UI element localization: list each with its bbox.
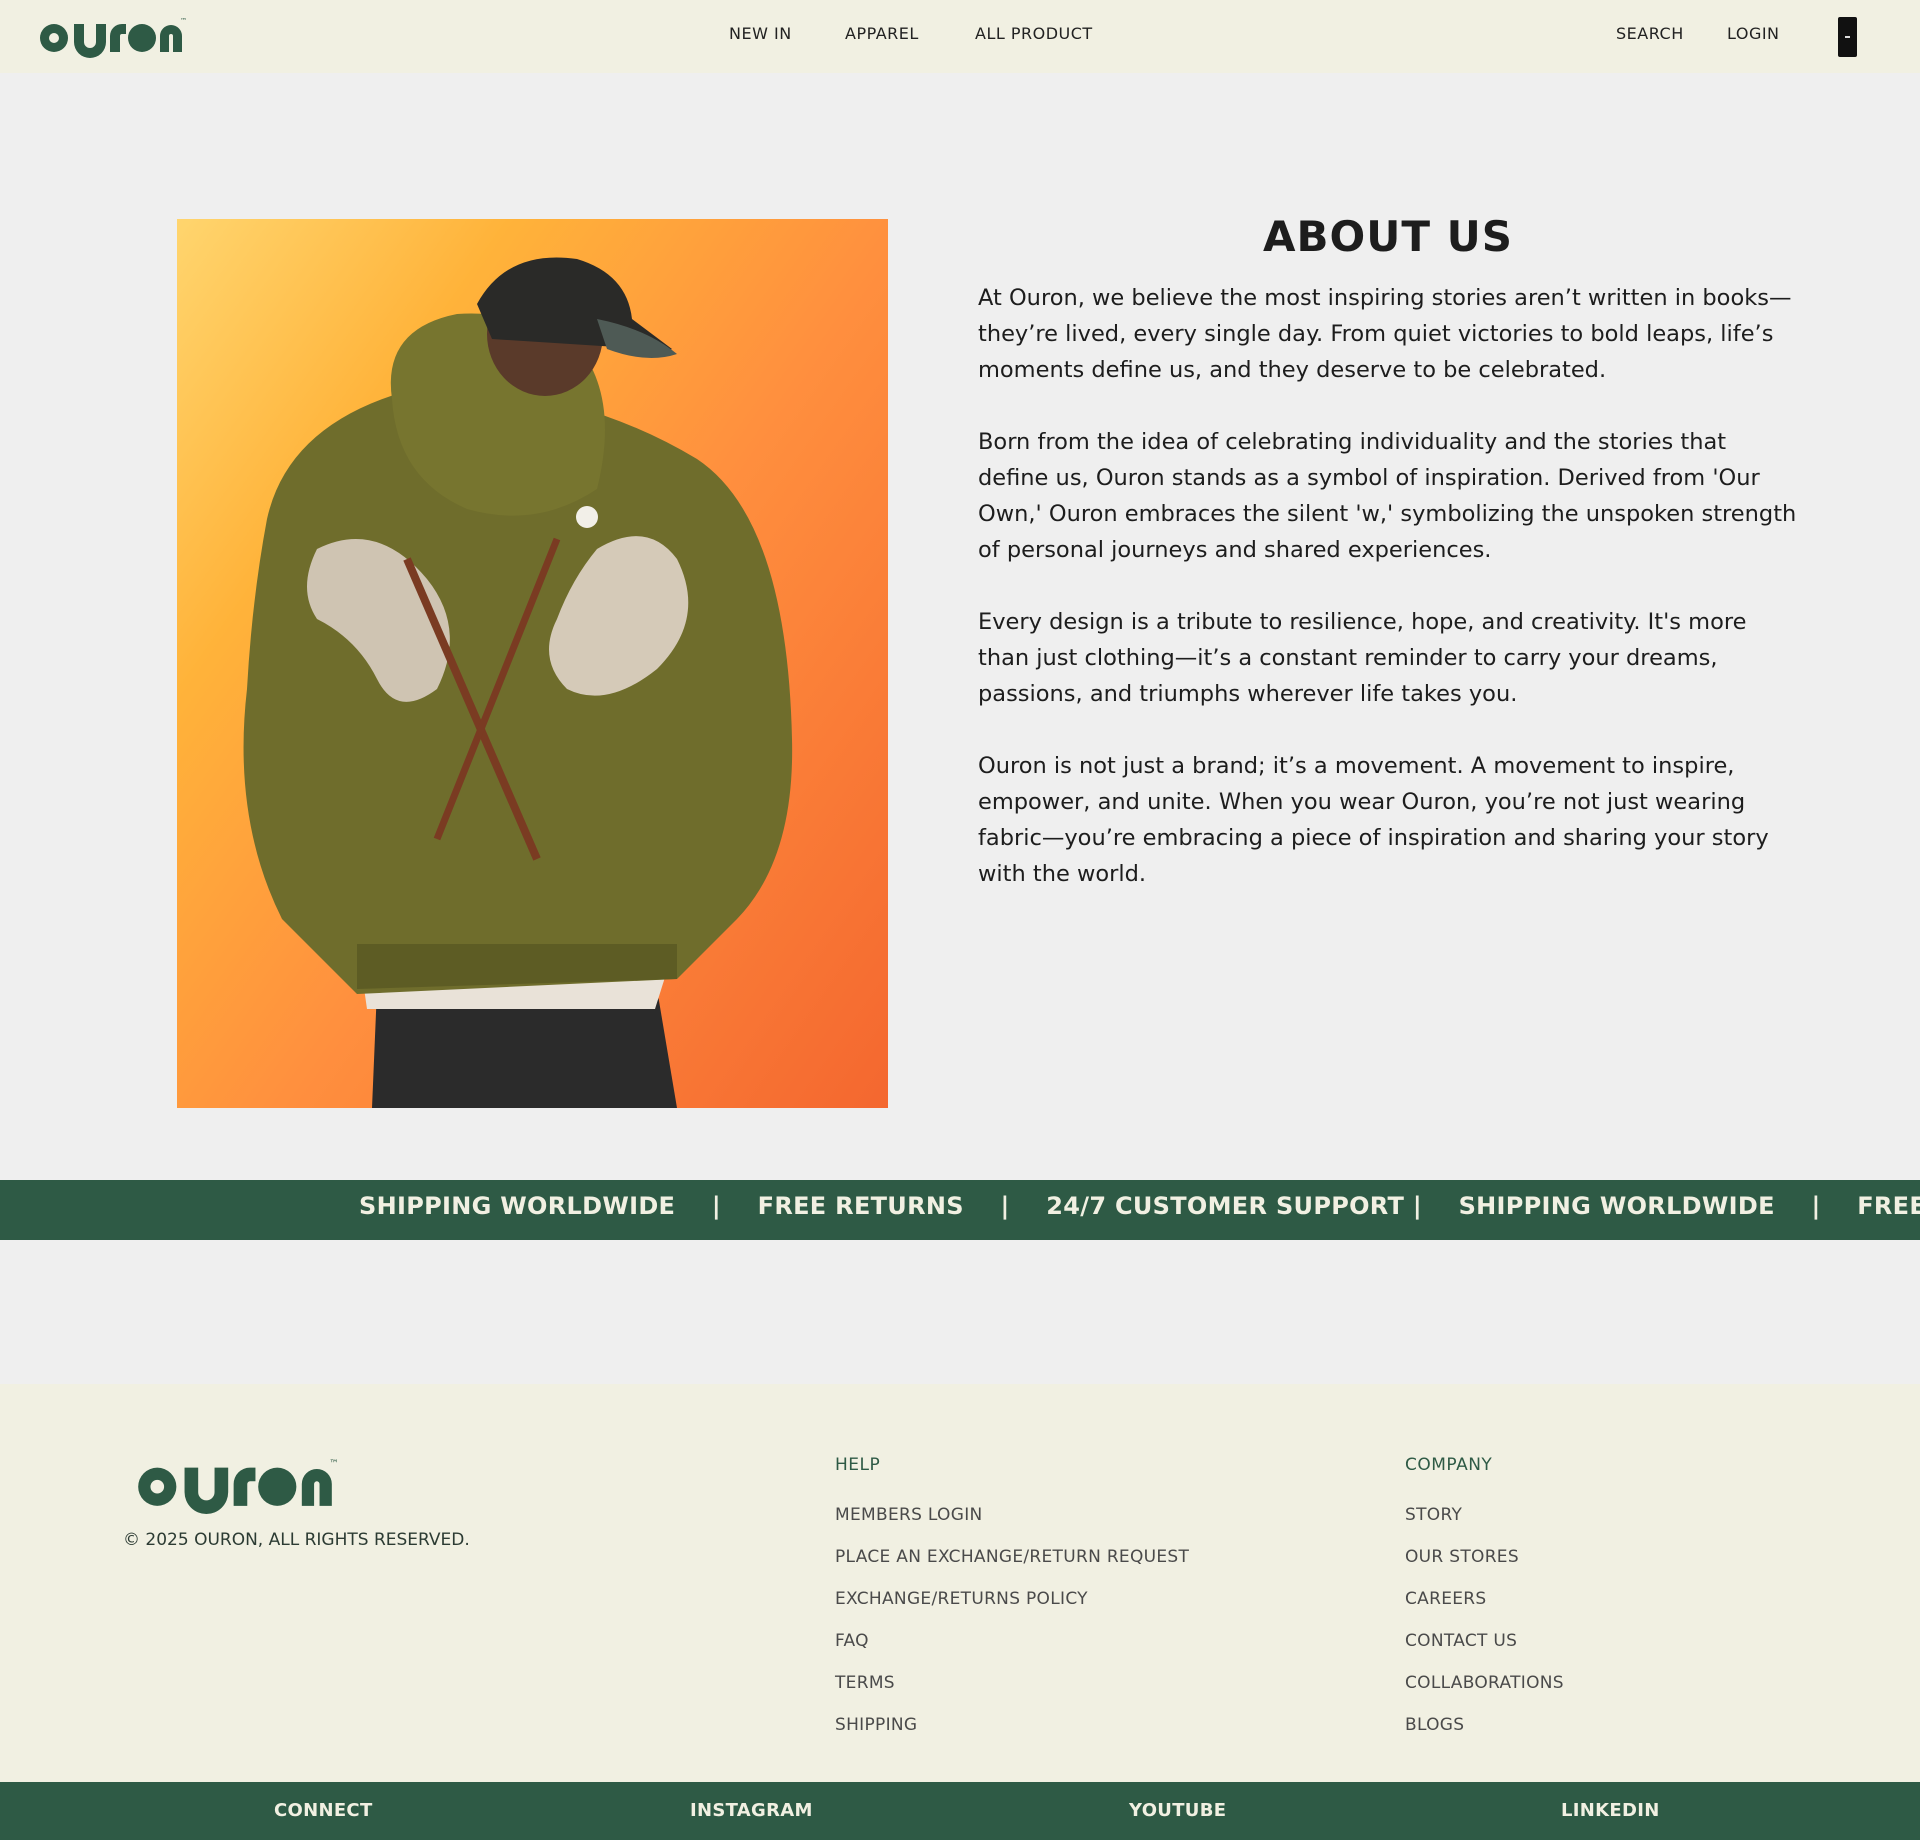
about-hero-image xyxy=(177,219,888,1108)
copyright-text: © 2025 OURON, ALL RIGHTS RESERVED. xyxy=(123,1530,470,1550)
about-paragraph: Ouron is not just a brand; it’s a moveme… xyxy=(978,753,1769,887)
footer-company-heading: COMPANY xyxy=(1405,1455,1493,1475)
footer-link-members-login[interactable]: MEMBERS LOGIN xyxy=(835,1505,983,1525)
footer-link-our-stores[interactable]: OUR STORES xyxy=(1405,1547,1519,1567)
footer-link-exchange-request[interactable]: PLACE AN EXCHANGE/RETURN REQUEST xyxy=(835,1547,1189,1567)
footer-help-heading: HELP xyxy=(835,1455,881,1475)
footer-link-careers[interactable]: CAREERS xyxy=(1405,1589,1487,1609)
svg-text:™: ™ xyxy=(329,1458,339,1469)
page-title: ABOUT US xyxy=(1263,212,1513,261)
marquee-item: 24/7 CUSTOMER SUPPORT | xyxy=(1046,1192,1422,1220)
connect-label: CONNECT xyxy=(274,1800,373,1821)
ouron-logo[interactable]: ™ xyxy=(124,1454,346,1514)
nav-apparel[interactable]: APPAREL xyxy=(845,24,919,43)
marquee-separator: | xyxy=(711,1192,721,1220)
footer-link-returns-policy[interactable]: EXCHANGE/RETURNS POLICY xyxy=(835,1589,1088,1609)
marquee-item: FREE RETURNS xyxy=(757,1192,964,1220)
youtube-link[interactable]: YOUTUBE xyxy=(1129,1800,1226,1821)
footer-link-collaborations[interactable]: COLLABORATIONS xyxy=(1405,1673,1564,1693)
footer-link-faq[interactable]: FAQ xyxy=(835,1631,869,1651)
marquee-item: SHIPPING WORLDWIDE xyxy=(1458,1192,1775,1220)
shopping-bag-icon[interactable] xyxy=(1838,17,1857,57)
marquee-track: SHIPPING WORLDWIDE | FREE RETURNS | 24/7… xyxy=(359,1192,1920,1220)
footer-link-story[interactable]: STORY xyxy=(1405,1505,1462,1525)
about-text: At Ouron, we believe the most inspiring … xyxy=(978,280,1798,928)
site-header: ™ NEW IN APPAREL ALL PRODUCT SEARCH LOGI… xyxy=(0,0,1920,73)
instagram-link[interactable]: INSTAGRAM xyxy=(690,1800,813,1821)
marquee-separator: | xyxy=(1811,1192,1821,1220)
about-paragraph: At Ouron, we believe the most inspiring … xyxy=(978,285,1792,383)
nav-all-product[interactable]: ALL PRODUCT xyxy=(975,24,1093,43)
announcement-marquee: SHIPPING WORLDWIDE | FREE RETURNS | 24/7… xyxy=(0,1180,1920,1240)
login-link[interactable]: LOGIN xyxy=(1727,24,1780,43)
search-link[interactable]: SEARCH xyxy=(1616,24,1684,43)
footer-link-blogs[interactable]: BLOGS xyxy=(1405,1715,1464,1735)
connect-bar: CONNECT INSTAGRAM YOUTUBE LINKEDIN xyxy=(0,1782,1920,1840)
marquee-item: FREE RETURNS xyxy=(1857,1192,1920,1220)
marquee-item: SHIPPING WORLDWIDE xyxy=(359,1192,676,1220)
svg-text:™: ™ xyxy=(180,17,186,25)
nav-new-in[interactable]: NEW IN xyxy=(729,24,792,43)
footer-link-terms[interactable]: TERMS xyxy=(835,1673,895,1693)
ouron-logo[interactable]: ™ xyxy=(36,14,186,58)
footer-link-contact-us[interactable]: CONTACT US xyxy=(1405,1631,1517,1651)
footer-link-shipping[interactable]: SHIPPING xyxy=(835,1715,917,1735)
model-hoodie-illustration xyxy=(243,257,793,1108)
marquee-separator: | xyxy=(1000,1192,1010,1220)
about-paragraph: Every design is a tribute to resilience,… xyxy=(978,609,1747,707)
about-paragraph: Born from the idea of celebrating indivi… xyxy=(978,429,1797,563)
linkedin-link[interactable]: LINKEDIN xyxy=(1561,1800,1660,1821)
site-footer: ™ © 2025 OURON, ALL RIGHTS RESERVED. HEL… xyxy=(0,1384,1920,1782)
